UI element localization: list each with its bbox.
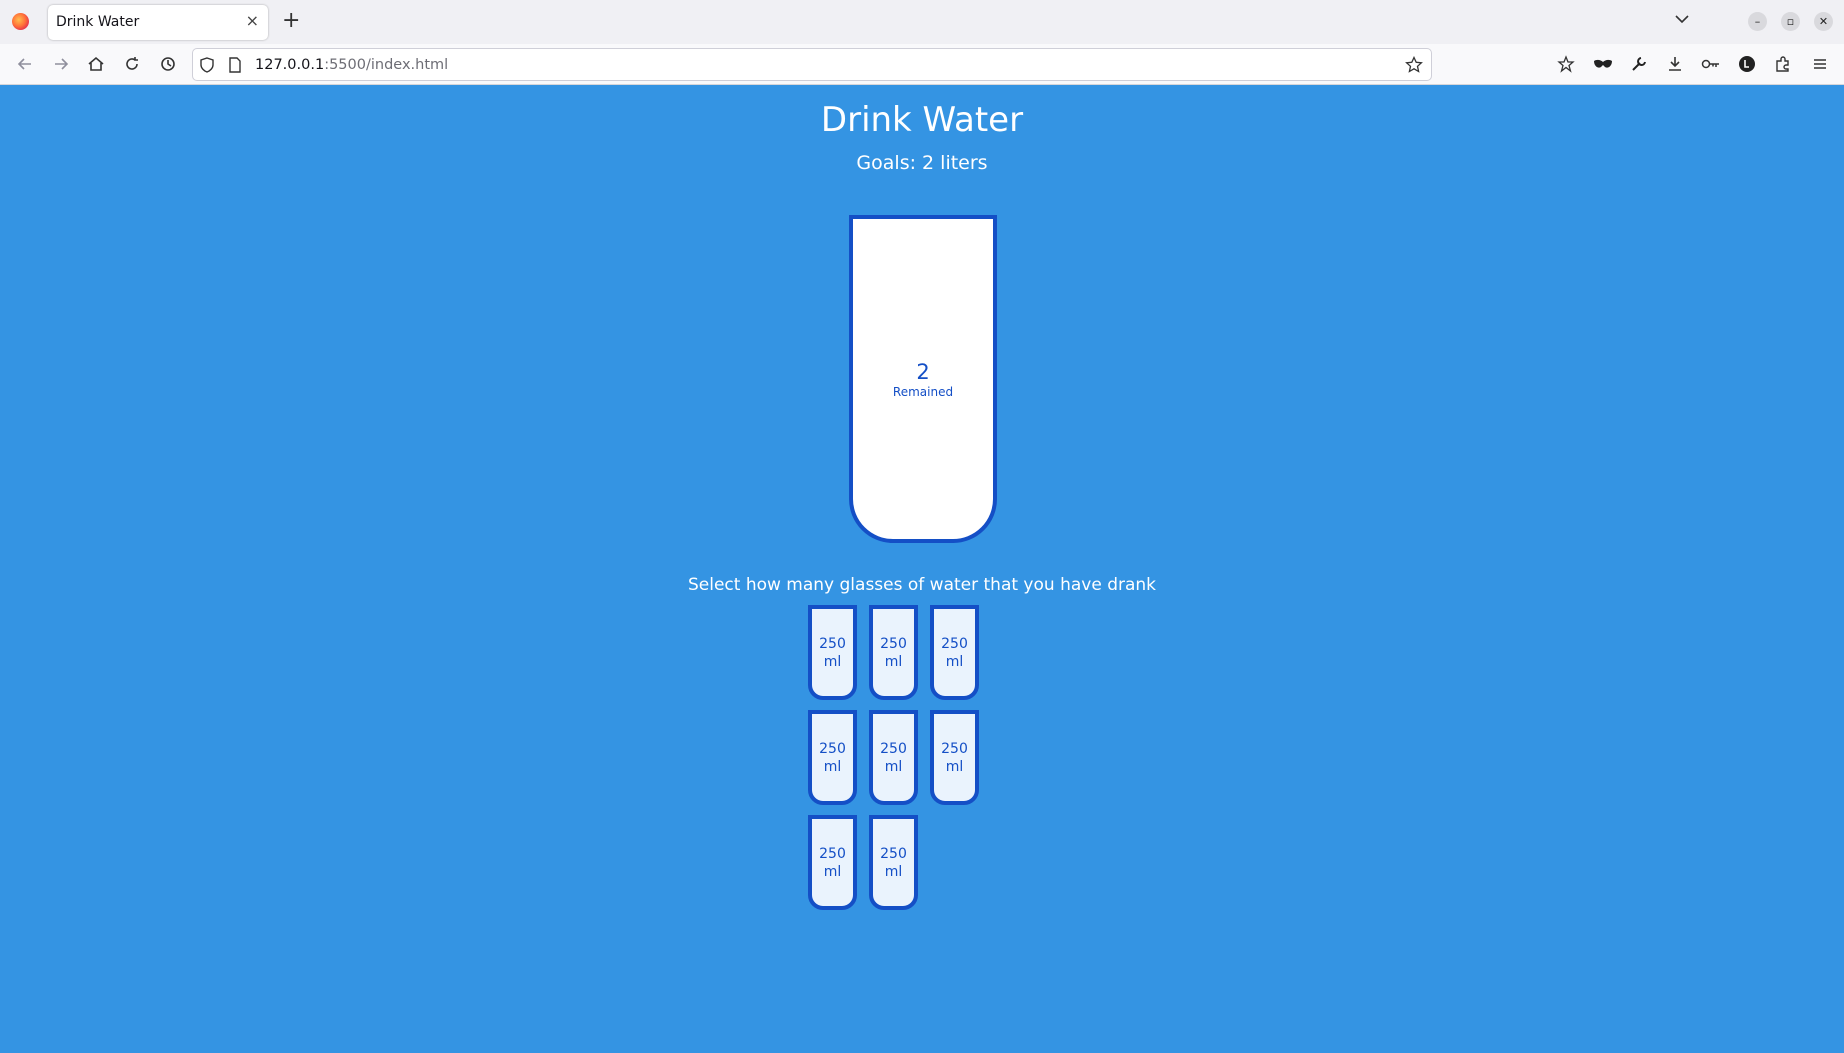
tab-title: Drink Water [56, 14, 140, 30]
bookmark-star-icon[interactable] [1405, 56, 1423, 74]
extensions-icon[interactable] [1771, 52, 1795, 76]
restore-icon[interactable]: ▫ [1781, 12, 1800, 31]
tab-list-chevron-icon[interactable] [1673, 10, 1691, 28]
browser-nav-bar: 127.0.0.1:5500/index.html [0, 44, 1844, 85]
cup-unit: ml [823, 758, 842, 775]
small-cup[interactable]: 250 ml [930, 605, 979, 700]
url-host: 127.0.0.1 [255, 57, 325, 73]
cup-amount: 250 [819, 635, 846, 652]
cup-unit: ml [945, 758, 964, 775]
back-icon[interactable] [13, 52, 37, 76]
pocket-icon[interactable] [1554, 52, 1578, 76]
reload-icon[interactable] [120, 52, 144, 76]
big-cup: 2 Remained [849, 215, 997, 543]
small-cup[interactable]: 250 ml [869, 605, 918, 700]
cup-amount: 250 [880, 635, 907, 652]
instruction-text: Select how many glasses of water that yo… [687, 575, 1157, 595]
page-content: Drink Water Goals: 2 liters 2 Remained S… [0, 86, 1844, 1053]
history-icon[interactable] [156, 52, 180, 76]
cup-amount: 250 [819, 740, 846, 757]
firefox-logo-icon [12, 13, 29, 30]
home-icon[interactable] [84, 52, 108, 76]
page-icon[interactable] [226, 56, 244, 74]
remained-box: 2 Remained [853, 219, 993, 539]
wrench-icon[interactable] [1627, 52, 1651, 76]
forward-icon[interactable] [49, 52, 73, 76]
remained-liters: 2 [916, 360, 930, 384]
cup-amount: 250 [941, 740, 968, 757]
cup-unit: ml [823, 653, 842, 670]
cup-unit: ml [884, 863, 903, 880]
cup-amount: 250 [819, 845, 846, 862]
cup-unit: ml [945, 653, 964, 670]
download-icon[interactable] [1663, 52, 1687, 76]
cup-amount: 250 [880, 845, 907, 862]
window-close-icon[interactable]: ✕ [1814, 12, 1833, 31]
menu-icon[interactable] [1808, 52, 1832, 76]
cup-amount: 250 [941, 635, 968, 652]
small-cup[interactable]: 250 ml [808, 815, 857, 910]
url-path: :5500/index.html [324, 57, 449, 73]
minimize-icon[interactable]: – [1748, 12, 1767, 31]
shield-icon[interactable] [198, 56, 216, 74]
cup-unit: ml [884, 758, 903, 775]
key-icon[interactable] [1699, 52, 1723, 76]
small-cup[interactable]: 250 ml [808, 710, 857, 805]
cup-unit: ml [884, 653, 903, 670]
tab-drink-water[interactable]: Drink Water × [48, 5, 268, 40]
account-avatar-icon[interactable] [1735, 52, 1759, 76]
remained-label: Remained [892, 385, 954, 399]
browser-tab-bar: Drink Water × + – ▫ ✕ [0, 0, 1844, 44]
cup-amount: 250 [880, 740, 907, 757]
url-text[interactable]: 127.0.0.1:5500/index.html [255, 57, 448, 73]
small-cup[interactable]: 250 ml [930, 710, 979, 805]
cup-unit: ml [823, 863, 842, 880]
small-cup[interactable]: 250 ml [869, 710, 918, 805]
url-bar[interactable]: 127.0.0.1:5500/index.html [192, 48, 1432, 81]
small-cup[interactable]: 250 ml [808, 605, 857, 700]
private-mask-icon[interactable] [1591, 52, 1615, 76]
small-cups-grid: 250 ml 250 ml 250 ml 250 ml 250 ml 250 ml 250 m… [808, 605, 1038, 910]
new-tab-button[interactable]: + [282, 8, 300, 34]
small-cup[interactable]: 250 ml [869, 815, 918, 910]
goal-text: Goals: 2 liters [856, 152, 988, 174]
page-title: Drink Water [820, 100, 1024, 140]
tab-close-icon[interactable]: × [246, 12, 259, 30]
